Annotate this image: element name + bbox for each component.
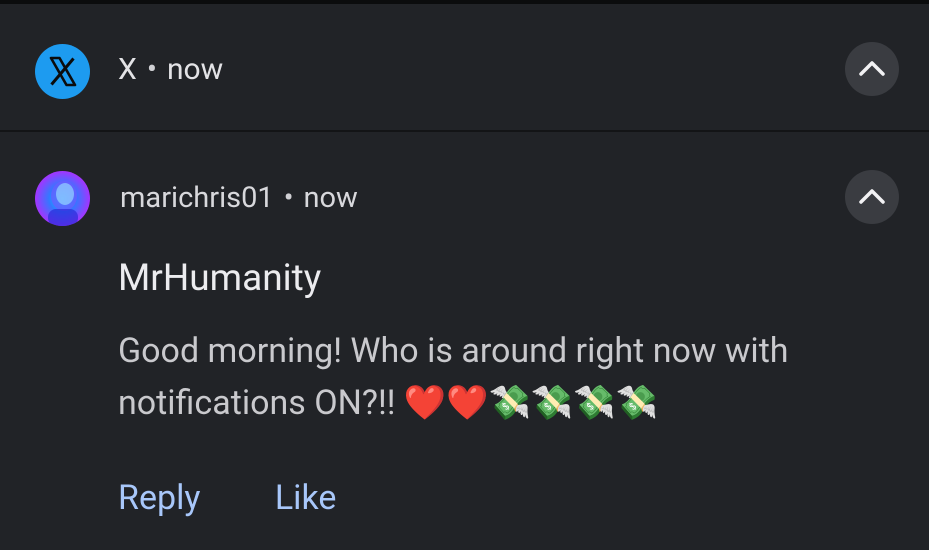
collapse-group-button[interactable] [845,42,899,96]
like-button[interactable]: Like [275,470,337,526]
app-name: X [118,52,137,87]
notification-actions: Reply Like [118,470,336,526]
divider [0,130,929,132]
message-header: marichris01 • now [120,176,358,220]
message-time: now [303,181,358,215]
app-group-header[interactable]: X • now [0,4,929,132]
notification-panel: X • now marichris01 • now MrHumanity Good mo… [0,0,929,550]
x-logo-icon [35,44,90,99]
group-header-text: X • now [118,48,223,92]
message-emoji: ❤️❤️💸💸💸💸 [403,383,658,423]
message-body: Good morning! Who is around right now wi… [118,325,878,429]
chevron-up-icon [859,61,885,76]
chevron-up-icon [859,189,885,204]
message-title: MrHumanity [118,257,322,300]
avatar [35,171,90,226]
header-separator: • [146,52,157,87]
message-separator: • [283,181,294,215]
reply-button[interactable]: Reply [118,470,200,526]
collapse-message-button[interactable] [845,170,899,224]
group-time: now [166,52,224,87]
sender-name: marichris01 [120,181,274,215]
